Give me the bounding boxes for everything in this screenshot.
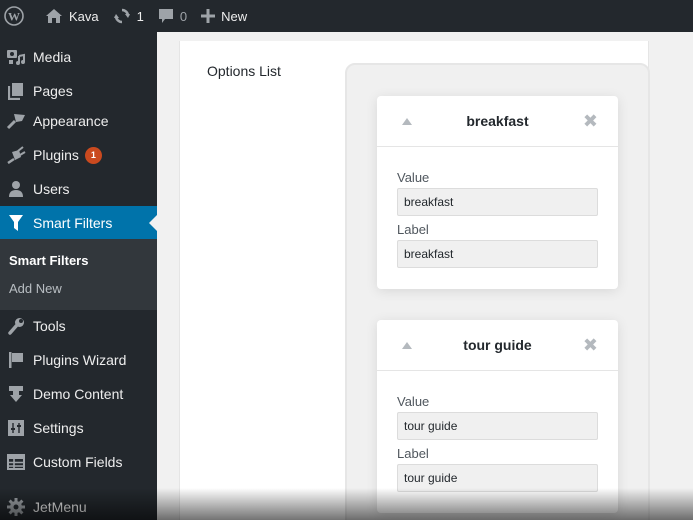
- smart-filters-submenu: Smart Filters Add New: [0, 239, 157, 310]
- user-icon: [6, 179, 26, 199]
- main-content: Options List breakfast ✖ Value breakfast…: [157, 32, 693, 520]
- option-card-header[interactable]: breakfast ✖: [377, 96, 618, 147]
- settings-panel: Options List breakfast ✖ Value breakfast…: [179, 41, 650, 520]
- sidebar-item-jetmenu[interactable]: JetMenu: [0, 490, 157, 520]
- label-input[interactable]: breakfast: [397, 240, 598, 268]
- admin-sidebar: Media Pages Appearance Plugins 1 Users S…: [0, 32, 157, 520]
- sidebar-item-plugins-wizard[interactable]: Plugins Wizard: [0, 343, 157, 377]
- gear-icon: [6, 497, 26, 517]
- sidebar-item-tools[interactable]: Tools: [0, 309, 157, 343]
- submenu-item-add-new[interactable]: Add New: [9, 281, 62, 296]
- site-name: Kava: [69, 8, 99, 24]
- wordpress-logo-button[interactable]: W: [0, 0, 38, 32]
- sidebar-label: JetMenu: [33, 499, 87, 515]
- updates-icon: [113, 7, 131, 25]
- options-list-title: Options List: [207, 63, 281, 79]
- download-icon: [6, 384, 26, 404]
- comments-link[interactable]: 0: [151, 0, 194, 32]
- admin-bar: W Kava 1 0 New: [0, 0, 693, 32]
- sidebar-item-settings[interactable]: Settings: [0, 411, 157, 445]
- sidebar-label: Settings: [33, 420, 84, 436]
- sidebar-label: Smart Filters: [33, 215, 113, 231]
- flag-icon: [6, 350, 26, 370]
- sidebar-label: Plugins Wizard: [33, 352, 127, 368]
- value-input[interactable]: breakfast: [397, 188, 598, 216]
- home-icon: [45, 8, 63, 24]
- sidebar-label: Demo Content: [33, 386, 124, 402]
- brush-icon: [6, 111, 26, 131]
- updates-count: 1: [136, 8, 144, 24]
- remove-option-icon[interactable]: ✖: [583, 111, 598, 131]
- sidebar-label: Plugins: [33, 147, 79, 163]
- collapse-toggle-icon[interactable]: [402, 118, 412, 125]
- plus-icon: [201, 9, 216, 23]
- comments-count: 0: [179, 8, 188, 24]
- sidebar-item-demo-content[interactable]: Demo Content: [0, 377, 157, 411]
- filter-icon: [6, 213, 26, 233]
- updates-link[interactable]: 1: [106, 0, 151, 32]
- collapse-toggle-icon[interactable]: [402, 342, 412, 349]
- pages-icon: [6, 81, 26, 101]
- sidebar-label: Custom Fields: [33, 454, 123, 470]
- option-card-title: breakfast: [466, 113, 529, 129]
- sidebar-label: Appearance: [33, 113, 109, 129]
- option-card: breakfast ✖ Value breakfast Label breakf…: [377, 96, 618, 289]
- label-input[interactable]: tour guide: [397, 464, 598, 492]
- sidebar-item-appearance[interactable]: Appearance: [0, 104, 157, 138]
- remove-option-icon[interactable]: ✖: [583, 335, 598, 355]
- sidebar-item-users[interactable]: Users: [0, 172, 157, 206]
- sidebar-label: Pages: [33, 83, 73, 99]
- comment-icon: [158, 8, 174, 24]
- svg-text:W: W: [8, 10, 20, 24]
- sidebar-label: Users: [33, 181, 70, 197]
- new-label: New: [221, 8, 248, 24]
- option-card-title: tour guide: [463, 337, 532, 353]
- submenu-item-smart-filters[interactable]: Smart Filters: [9, 253, 88, 268]
- value-field-label: Value: [397, 394, 430, 409]
- label-field-label: Label: [397, 222, 429, 237]
- value-input[interactable]: tour guide: [397, 412, 598, 440]
- sidebar-item-pages[interactable]: Pages: [0, 74, 157, 108]
- options-repeater: breakfast ✖ Value breakfast Label breakf…: [345, 63, 650, 520]
- label-field-label: Label: [397, 446, 429, 461]
- sidebar-item-media[interactable]: Media: [0, 40, 157, 74]
- sidebar-item-custom-fields[interactable]: Custom Fields: [0, 445, 157, 479]
- sidebar-label: Tools: [33, 318, 66, 334]
- table-icon: [6, 452, 26, 472]
- wordpress-icon: W: [4, 6, 24, 26]
- site-name-link[interactable]: Kava: [38, 0, 106, 32]
- settings-icon: [6, 418, 26, 438]
- plugin-icon: [6, 145, 26, 165]
- media-icon: [6, 47, 26, 67]
- value-field-label: Value: [397, 170, 430, 185]
- sidebar-label: Media: [33, 49, 72, 65]
- plugins-update-badge: 1: [84, 146, 102, 164]
- wrench-icon: [6, 316, 26, 336]
- sidebar-item-plugins[interactable]: Plugins 1: [0, 138, 157, 172]
- option-card-header[interactable]: tour guide ✖: [377, 320, 618, 371]
- new-content-button[interactable]: New: [194, 0, 254, 32]
- sidebar-item-smart-filters[interactable]: Smart Filters: [0, 206, 157, 240]
- option-card: tour guide ✖ Value tour guide Label tour…: [377, 320, 618, 513]
